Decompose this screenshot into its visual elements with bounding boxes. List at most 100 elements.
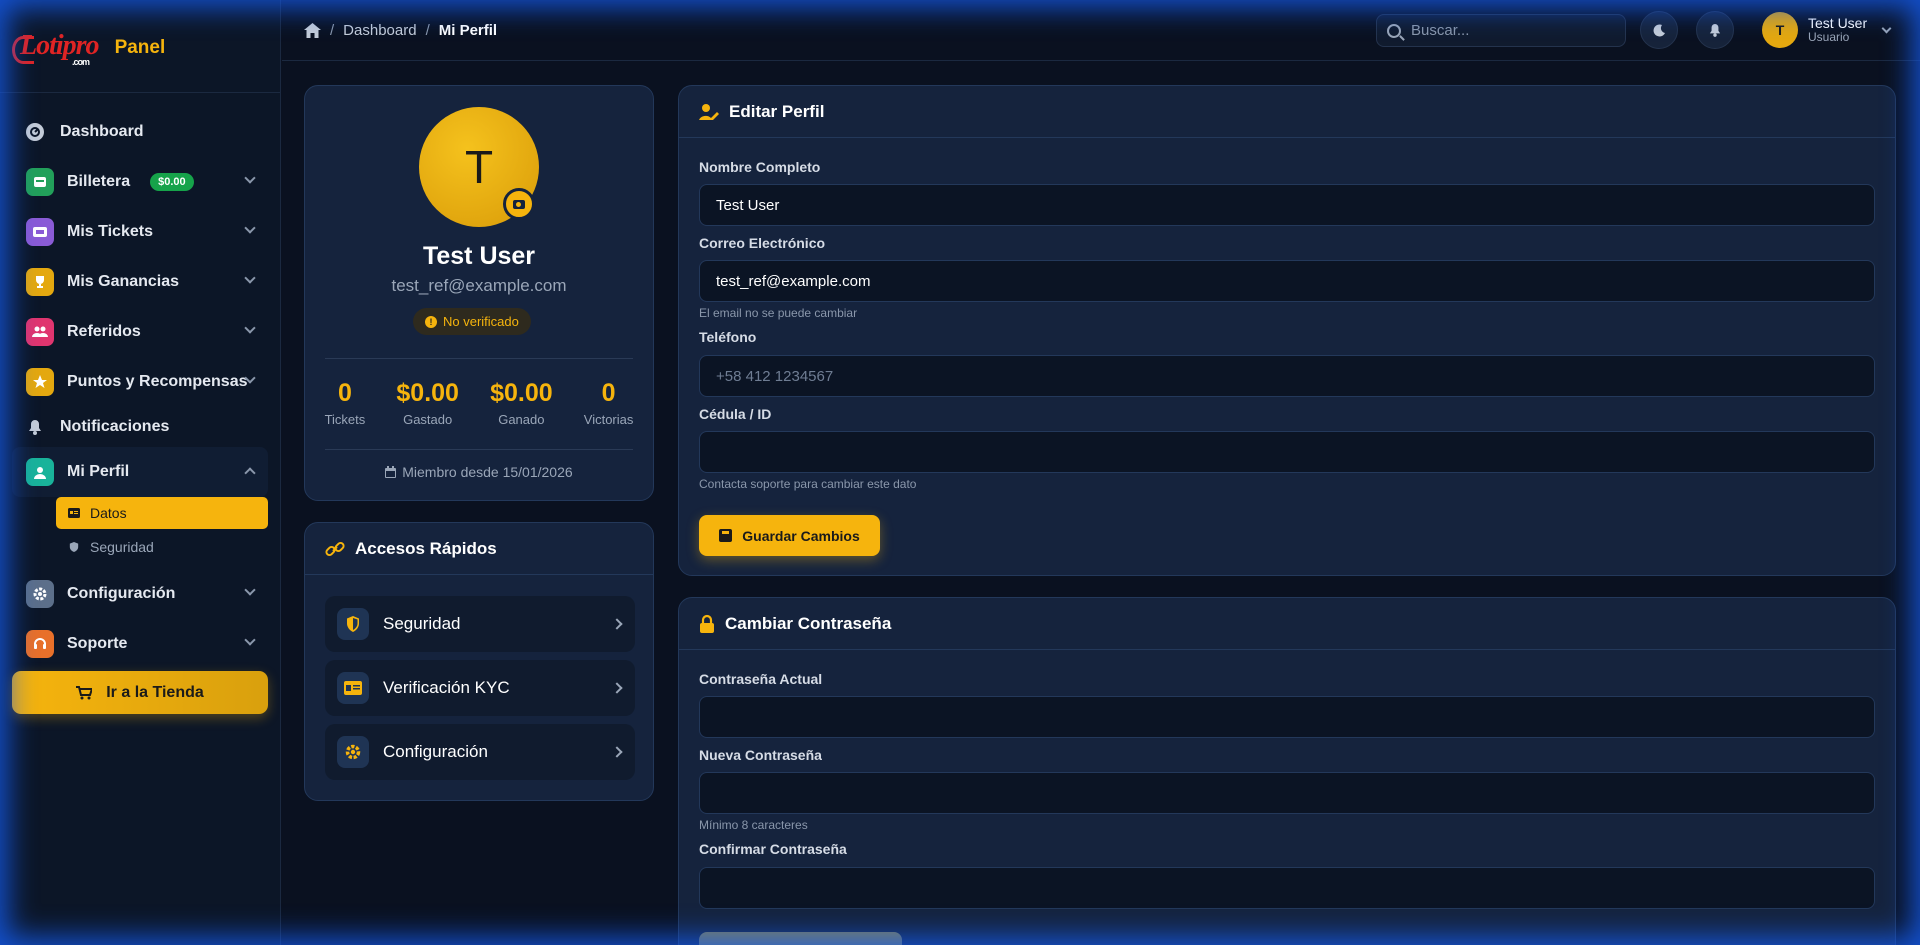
bell-icon [1709,24,1721,37]
sidebar-item-label: Puntos y Recompensas [67,373,248,390]
stat-label: Ganado [498,412,545,427]
edit-profile-title: Editar Perfil [729,101,825,121]
phone-label: Teléfono [699,329,757,345]
breadcrumb: / Dashboard / Mi Perfil [282,22,497,39]
notifications-button[interactable] [1696,11,1734,49]
profile-stats: 0 Tickets $0.00 Gastado $0.00 Ganado 0 Victo… [305,379,653,427]
email-hint: El email no se puede cambiar [699,306,858,320]
wallet-balance-badge: $0.00 [150,173,194,191]
sidebar-item-label: Notificaciones [60,418,170,435]
gear-icon [26,580,54,608]
quick-access-card: Accesos Rápidos Seguridad Verificación K… [304,522,654,801]
full-name-input[interactable] [699,184,1875,226]
search-input[interactable] [1411,22,1611,39]
chevron-down-icon [244,634,256,646]
new-password-label: Nueva Contraseña [699,747,822,763]
search-icon [1387,23,1401,38]
wallet-icon [26,168,54,196]
theme-toggle-button[interactable] [1640,11,1678,49]
breadcrumb-current: Mi Perfil [438,21,498,39]
change-password-button[interactable] [699,932,902,945]
quick-link-seguridad[interactable]: Seguridad [325,596,635,652]
sidebar-item-label: Mis Tickets [67,223,153,240]
phone-input[interactable] [699,355,1875,397]
new-password-input[interactable] [699,772,1875,814]
home-icon[interactable] [304,22,321,38]
quick-link-label: Configuración [383,742,488,761]
user-edit-icon [699,103,719,120]
verification-status-badge: ! No verificado [413,308,531,335]
users-icon [26,318,54,346]
logo-swoosh-icon [12,36,34,64]
member-since: Miembro desde 15/01/2026 [305,464,653,480]
verification-status-label: No verificado [443,314,519,329]
current-password-input[interactable] [699,696,1875,738]
moon-icon [1653,23,1665,36]
go-to-store-button[interactable]: Ir a la Tienda [12,671,268,714]
sidebar-item-dashboard[interactable]: Dashboard [0,107,280,157]
sidebar-item-billetera[interactable]: Billetera $0.00 [0,157,280,207]
divider [325,449,633,450]
email-label: Correo Electrónico [699,235,826,251]
submenu-item-datos[interactable]: Datos [56,497,268,529]
stat-label: Tickets [324,412,366,427]
submenu-item-seguridad[interactable]: Seguridad [56,531,268,563]
ticket-icon [26,218,54,246]
submenu-item-label: Seguridad [90,539,154,555]
sidebar-nav: Dashboard Billetera $0.00 Mis Tickets Mi… [0,93,280,669]
chevron-down-icon [244,272,256,284]
stat-value: 0 [337,379,352,407]
logo[interactable]: Lotipro .com Panel [0,0,280,93]
sidebar-item-soporte[interactable]: Soporte [0,619,280,669]
sidebar-item-referidos[interactable]: Referidos [0,307,280,357]
stat-tickets: 0 Tickets [325,379,366,427]
current-password-label: Contraseña Actual [699,671,823,687]
quick-link-kyc[interactable]: Verificación KYC [325,660,635,716]
sidebar-item-mis-ganancias[interactable]: Mis Ganancias [0,257,280,307]
quick-link-label: Seguridad [383,614,461,633]
sidebar-item-notificaciones[interactable]: Notificaciones [0,407,280,447]
confirm-password-input[interactable] [699,867,1875,909]
sidebar-item-label: Billetera [67,173,131,190]
user-menu[interactable]: T Test User Usuario [1762,12,1892,48]
bell-icon [26,418,44,436]
sidebar-item-mis-tickets[interactable]: Mis Tickets [0,207,280,257]
member-since-text: Miembro desde 15/01/2026 [402,464,573,480]
email-input[interactable] [699,260,1875,302]
quick-access-title: Accesos Rápidos [355,538,497,558]
stat-ganado: $0.00 Ganado [490,379,553,427]
submenu-item-label: Datos [90,505,127,521]
user-role: Usuario [1808,30,1850,44]
sidebar-item-label: Soporte [67,635,128,652]
confirm-password-label: Confirmar Contraseña [699,841,847,857]
sidebar: Lotipro .com Panel Dashboard Billetera $… [0,0,281,945]
lock-icon [700,614,714,633]
id-input[interactable] [699,431,1875,473]
chevron-right-icon [611,618,623,630]
chevron-right-icon [611,746,623,758]
profile-card: T Test User test_ref@example.com ! No ve… [304,85,654,501]
gear-icon [337,736,369,768]
change-photo-button[interactable] [503,188,535,220]
sidebar-item-label: Mis Ganancias [67,273,180,290]
sidebar-item-configuracion[interactable]: Configuración [0,569,280,619]
shield-icon [69,542,79,552]
sidebar-item-mi-perfil[interactable]: Mi Perfil [12,447,268,497]
chevron-right-icon [611,682,623,694]
breadcrumb-dashboard[interactable]: Dashboard [343,22,416,39]
shield-icon [337,608,369,640]
new-password-hint: Mínimo 8 caracteres [699,818,808,832]
quick-link-configuracion[interactable]: Configuración [325,724,635,780]
save-changes-label: Guardar Cambios [742,527,860,544]
sidebar-item-puntos-recompensas[interactable]: Puntos y Recompensas [0,357,280,407]
alert-icon: ! [425,315,437,328]
card-header: Cambiar Contraseña [679,598,1895,650]
topbar: / Dashboard / Mi Perfil T Test User Usua… [282,0,1920,61]
save-changes-button[interactable]: Guardar Cambios [699,515,880,556]
id-card-icon [68,508,80,518]
stat-label: Victorias [583,412,634,427]
cart-icon [76,685,93,699]
profile-name: Test User [422,242,536,270]
search-box[interactable] [1376,14,1626,47]
dashboard-icon [26,123,44,141]
